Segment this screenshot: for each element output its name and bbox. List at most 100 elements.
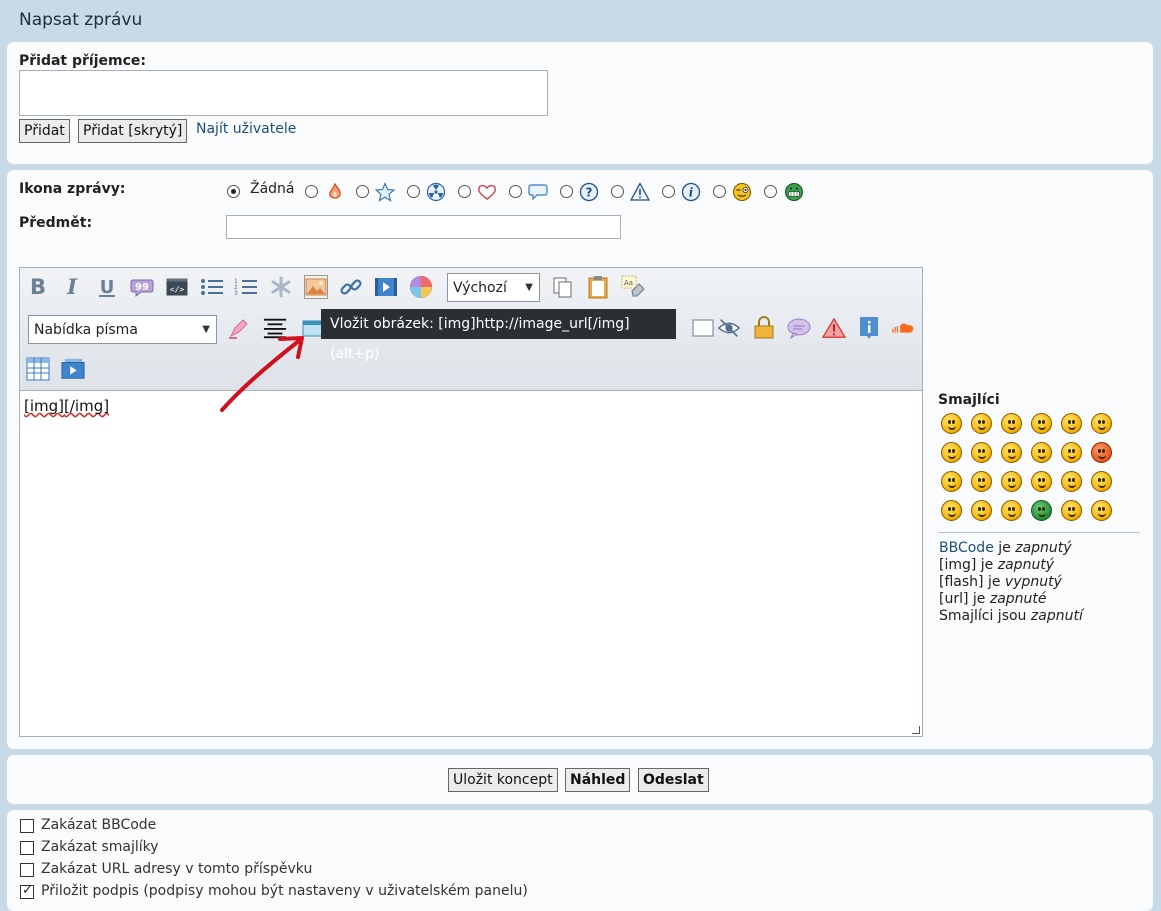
table-button[interactable]: [26, 357, 50, 381]
color-picker-button[interactable]: [409, 275, 433, 299]
smiley-icon[interactable]: [1061, 442, 1082, 463]
icon-radio-none[interactable]: [227, 185, 240, 198]
frame-icon: [692, 319, 714, 337]
icon-radio-star[interactable]: [356, 185, 369, 198]
link-icon: [340, 279, 362, 295]
smiley-icon[interactable]: [1031, 413, 1052, 434]
numbered-list-button[interactable]: 123: [234, 275, 258, 299]
smiley-icon[interactable]: [1001, 500, 1022, 521]
code-button[interactable]: </>: [165, 275, 189, 299]
disable-bbcode-checkbox[interactable]: [20, 819, 34, 833]
paste-button[interactable]: [586, 275, 610, 299]
disable-smilies-label: Zakázat smajlíky: [41, 839, 159, 855]
smiley-icon[interactable]: [1061, 500, 1082, 521]
underline-button[interactable]: U: [95, 275, 119, 299]
italic-icon: I: [66, 276, 78, 298]
editor-content[interactable]: [img][/img]: [24, 397, 109, 415]
bold-icon: B: [30, 276, 46, 298]
chevron-down-icon: ▼: [525, 282, 533, 293]
hide-button[interactable]: [717, 316, 741, 340]
quote-button[interactable]: 99: [130, 275, 154, 299]
media-button[interactable]: [61, 357, 85, 381]
insert-link-button[interactable]: [339, 275, 363, 299]
icon-radio-radioactive[interactable]: [407, 185, 420, 198]
page-title: Napsat zprávu: [19, 10, 143, 30]
smiley-icon[interactable]: [1031, 500, 1052, 521]
smiley-icon[interactable]: [941, 500, 962, 521]
smiley-icon[interactable]: [1001, 442, 1022, 463]
asterisk-icon: [271, 276, 291, 298]
subject-input[interactable]: [226, 215, 621, 239]
resize-handle[interactable]: [912, 726, 920, 734]
smiley-icon[interactable]: [941, 442, 962, 463]
italic-button[interactable]: I: [60, 275, 84, 299]
fire-icon: [329, 182, 341, 199]
smiley-icon[interactable]: [1091, 500, 1112, 521]
smiley-icon[interactable]: [971, 413, 992, 434]
smiley-icon[interactable]: [1001, 471, 1022, 492]
insert-image-button[interactable]: [304, 275, 328, 299]
star-icon: [375, 182, 395, 202]
find-user-link[interactable]: Najít uživatele: [196, 121, 296, 137]
icon-radio-wink[interactable]: [713, 185, 726, 198]
svg-text:3: 3: [234, 290, 238, 297]
align-button[interactable]: [263, 316, 287, 340]
color-select[interactable]: Výchozí ▼: [447, 273, 540, 302]
submit-button[interactable]: Odeslat: [638, 768, 709, 792]
bullet-list-button[interactable]: [200, 275, 224, 299]
save-draft-button[interactable]: Uložit koncept: [448, 768, 558, 792]
info-icon: i: [681, 182, 701, 202]
smiley-icon[interactable]: [1061, 413, 1082, 434]
icon-radio-heart[interactable]: [458, 185, 471, 198]
icon-radio-question[interactable]: [560, 185, 573, 198]
list-item-button[interactable]: [269, 275, 293, 299]
smiley-icon[interactable]: [1061, 471, 1082, 492]
icon-radio-info[interactable]: [662, 185, 675, 198]
table-icon: [26, 357, 50, 381]
icon-radio-fire[interactable]: [305, 185, 318, 198]
font-select-value: Nabídka písma: [34, 321, 138, 338]
svg-text:</>: </>: [170, 285, 185, 294]
comment-button[interactable]: [787, 316, 811, 340]
lock-button[interactable]: [752, 316, 776, 340]
smiley-icon[interactable]: [971, 471, 992, 492]
icon-radio-green-grin[interactable]: [764, 185, 777, 198]
icon-radio-speech[interactable]: [509, 185, 522, 198]
remove-format-button[interactable]: Aa: [621, 275, 645, 299]
soundcloud-button[interactable]: [891, 316, 915, 340]
smiley-icon[interactable]: [1091, 413, 1112, 434]
copy-button[interactable]: [551, 275, 575, 299]
bold-button[interactable]: B: [26, 275, 50, 299]
url-status: [url] je zapnuté: [939, 591, 1047, 607]
attach-signature-checkbox[interactable]: [20, 883, 34, 899]
smiley-icon[interactable]: [1031, 442, 1052, 463]
table-cell-button[interactable]: [691, 316, 715, 340]
smiley-icon[interactable]: [1031, 471, 1052, 492]
icon-radio-warning[interactable]: [611, 185, 624, 198]
color-wheel-icon: [410, 276, 432, 298]
bbcode-link[interactable]: BBCode: [939, 540, 994, 556]
add-hidden-recipient-button[interactable]: Přidat [skrytý]: [78, 119, 188, 143]
recipients-input[interactable]: [19, 70, 548, 116]
alert-button[interactable]: [822, 316, 846, 340]
disable-urls-checkbox[interactable]: [20, 863, 34, 877]
info-button[interactable]: [857, 316, 881, 340]
bbcode-status: BBCode je zapnutý: [939, 540, 1072, 556]
svg-text:Aa: Aa: [624, 279, 633, 287]
disable-smilies-checkbox[interactable]: [20, 841, 34, 855]
smiley-icon[interactable]: [971, 500, 992, 521]
smiley-icon[interactable]: [941, 413, 962, 434]
clipboard-icon: [588, 276, 608, 299]
svg-text:99: 99: [135, 282, 149, 293]
highlight-button[interactable]: [227, 316, 251, 340]
smiley-icon[interactable]: [1001, 413, 1022, 434]
insert-video-button[interactable]: [374, 275, 398, 299]
add-recipient-button[interactable]: Přidat: [19, 119, 70, 143]
icon-none-label: Žádná: [250, 181, 295, 197]
preview-button[interactable]: Náhled: [565, 768, 631, 792]
smiley-icon[interactable]: [1091, 471, 1112, 492]
font-select[interactable]: Nabídka písma ▼: [28, 315, 217, 344]
smiley-icon[interactable]: [1091, 442, 1112, 463]
smiley-icon[interactable]: [941, 471, 962, 492]
smiley-icon[interactable]: [971, 442, 992, 463]
